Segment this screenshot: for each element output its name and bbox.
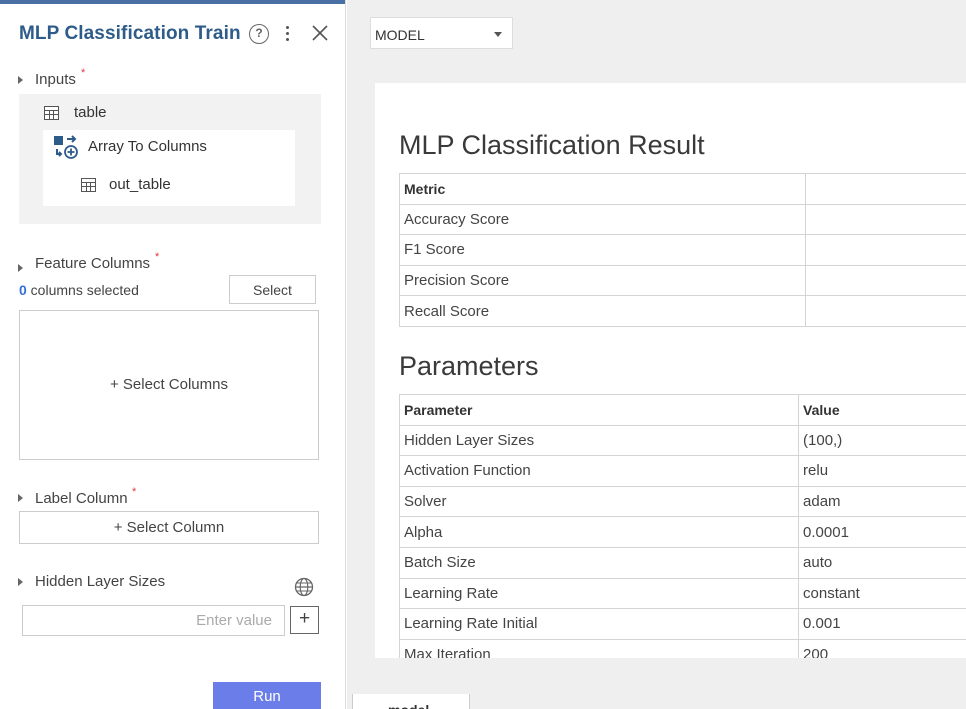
table-row: Accuracy Score [399,203,966,236]
metric-name: F1 Score [399,234,806,266]
select-columns-link[interactable]: + Select Columns [20,376,318,393]
parameter-value: (100,) [798,424,966,457]
parameter-name: Learning Rate Initial [398,608,800,640]
parameter-name: Alpha [398,516,800,548]
output-area: MODEL MLP Classification Result Metric A… [347,0,966,709]
table-row: F1 Score [399,234,966,266]
parameters-title: Parameters [399,351,539,381]
kebab-vertical-icon[interactable] [283,23,293,45]
parameter-value: 0.001 [798,608,966,640]
table-icon [81,178,96,192]
chevron-down-icon [494,32,502,37]
output-type-value: MODEL [375,27,425,43]
parameter-name: Hidden Layer Sizes [398,424,800,457]
selected-count-suffix: columns selected [26,282,139,298]
feature-columns-dropzone[interactable]: + Select Columns [19,310,319,460]
metric-name: Recall Score [399,295,806,327]
columns-selected-count: 0 columns selected [19,282,139,298]
parameter-name: Learning Rate [398,577,800,610]
table-row: Max Iteration 200 [398,638,966,658]
feature-columns-caret-icon[interactable] [18,264,23,272]
label-column-label[interactable]: Label Column [35,490,128,507]
parameter-name: Activation Function [398,455,800,487]
inputs-expand-caret-icon[interactable] [18,76,23,84]
panel-top-accent-bar [0,0,345,4]
required-asterisk: * [132,486,137,498]
selected-count: 0 [19,282,27,298]
metric-name: Accuracy Score [399,203,806,236]
table-row: Hidden Layer Sizes (100,) [398,424,966,457]
metric-value [804,234,966,266]
parameter-value: adam [798,485,966,518]
table-row: Alpha 0.0001 [398,516,966,548]
result-card: MLP Classification Result Metric Accurac… [375,83,966,658]
output-table-name[interactable]: out_table [109,176,171,193]
metric-value-header [804,173,966,205]
metric-table: Metric Accuracy Score F1 Score Precision… [399,173,966,327]
parameter-name: Solver [398,485,800,518]
hidden-layer-sizes-label[interactable]: Hidden Layer Sizes [35,573,165,590]
table-header-row: Parameter Value [398,394,966,426]
parameter-value: auto [798,546,966,579]
close-icon[interactable] [311,24,329,42]
run-button[interactable]: Run [213,682,321,709]
metric-value [804,295,966,327]
inputs-label[interactable]: Inputs [35,71,76,88]
metric-value [804,203,966,236]
table-row: Solver adam [398,485,966,518]
value-header: Value [798,394,966,426]
globe-icon[interactable] [294,577,314,597]
tab-model-label: model [388,702,429,709]
parameter-value: 200 [798,638,966,658]
array-to-columns-icon [54,135,78,159]
parameter-name: Batch Size [398,546,800,579]
input-table-name[interactable]: table [74,104,107,121]
table-row: Activation Function relu [398,455,966,487]
operator-name: Array To Columns [88,138,207,155]
required-asterisk: * [155,251,160,263]
select-columns-button[interactable]: Select [229,275,316,304]
feature-columns-label[interactable]: Feature Columns [35,255,150,272]
metric-value [804,264,966,297]
hidden-layer-sizes-caret-icon[interactable] [18,578,23,586]
parameter-value: relu [798,455,966,487]
table-row: Learning Rate constant [398,577,966,610]
parameter-name: Max Iteration [398,638,800,658]
table-row: Recall Score [399,295,966,327]
tab-model[interactable]: model [352,694,470,709]
label-column-caret-icon[interactable] [18,494,23,502]
parameter-value: constant [798,577,966,610]
parameter-value: 0.0001 [798,516,966,548]
question-circle-icon[interactable]: ? [249,24,269,44]
table-row: Precision Score [399,264,966,297]
mlp-train-panel: MLP Classification Train ? Inputs * tabl… [0,0,346,709]
parameters-table: Parameter Value Hidden Layer Sizes (100,)… [398,394,966,658]
table-row: Learning Rate Initial 0.001 [398,608,966,640]
metric-header: Metric [399,173,806,205]
parameter-header: Parameter [398,394,800,426]
table-row: Batch Size auto [398,546,966,579]
panel-title: MLP Classification Train [19,23,241,44]
metric-name: Precision Score [399,264,806,297]
table-header-row: Metric [399,173,966,205]
table-icon [44,106,59,120]
output-type-select[interactable]: MODEL [370,17,513,49]
result-title: MLP Classification Result [399,130,705,160]
select-label-column-button[interactable]: + Select Column [19,511,319,544]
hidden-layer-sizes-input[interactable] [22,605,285,636]
required-asterisk: * [81,67,86,79]
add-value-button[interactable]: + [290,606,319,634]
